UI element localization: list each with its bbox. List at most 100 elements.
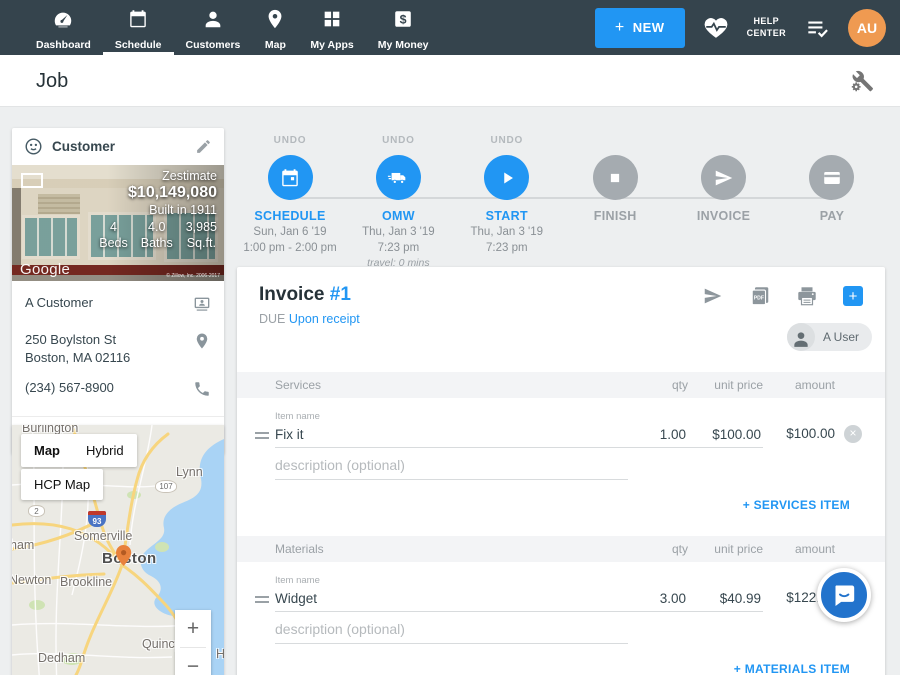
google-logo: Google — [20, 261, 70, 278]
service-name-input[interactable] — [275, 424, 628, 448]
step-label: OMW — [382, 209, 415, 223]
due-value-link[interactable]: Upon receipt — [289, 312, 360, 326]
material-description-row — [237, 618, 885, 644]
material-description-input[interactable] — [275, 618, 628, 644]
invoice-card: Invoice #1 DUE Upon receipt PDF + A User… — [237, 267, 885, 675]
help-center-link[interactable]: HELP CENTER — [747, 16, 786, 39]
material-item-row: $122.97 — [237, 588, 885, 612]
add-invoice-button[interactable]: + — [843, 286, 863, 306]
heart-pulse-icon[interactable] — [703, 15, 729, 41]
map-label-dedham: Dedham — [38, 651, 85, 665]
item-name-label: Item name — [275, 575, 628, 586]
user-avatar-icon — [787, 323, 815, 351]
sqft-stat: 3,985Sq.ft. — [186, 219, 217, 252]
nav-label: Dashboard — [36, 39, 91, 51]
map-type-map-button[interactable]: Map — [21, 434, 73, 467]
zoom-out-button[interactable]: − — [175, 648, 211, 675]
close-icon[interactable]: × — [844, 425, 862, 443]
customer-card-title: Customer — [52, 139, 195, 154]
services-header-bar: Services qty unit price amount — [237, 372, 885, 398]
street-view-image[interactable]: Zestimate $10,149,080 Built in 1911 4Bed… — [12, 165, 224, 281]
invoice-number[interactable]: #1 — [330, 284, 351, 305]
nav-label: My Money — [378, 39, 429, 51]
customer-name: A Customer — [25, 294, 193, 312]
service-unit-price-input[interactable] — [688, 424, 763, 448]
invoice-step-button[interactable] — [701, 155, 746, 200]
undo-start-link[interactable]: UNDO — [490, 135, 523, 150]
page-header: Job — [0, 55, 900, 107]
phone-icon[interactable] — [193, 379, 211, 403]
map-type-buttons: Map Hybrid — [21, 434, 137, 467]
qty-column-header: qty — [628, 378, 688, 392]
schedule-step-button[interactable] — [268, 155, 313, 200]
undo-omw-link[interactable]: UNDO — [382, 135, 415, 150]
step-label: START — [486, 209, 528, 223]
pdf-icon[interactable]: PDF — [749, 285, 771, 307]
assigned-user-chip[interactable]: A User — [787, 323, 872, 351]
step-date: Thu, Jan 3 '197:23 pm — [471, 225, 544, 256]
materials-header-bar: Materials qty unit price amount — [237, 536, 885, 562]
omw-step-button[interactable] — [376, 155, 421, 200]
nav-item-my-apps[interactable]: My Apps — [298, 0, 365, 55]
map-label-waltham: ham — [12, 538, 34, 552]
qty-column-header: qty — [628, 542, 688, 556]
step-date: Sun, Jan 6 '191:00 pm - 2:00 pm — [243, 225, 336, 256]
help-list-icon[interactable] — [804, 15, 830, 41]
beds-stat: 4Beds — [99, 219, 128, 252]
contact-card-icon[interactable] — [193, 294, 211, 318]
material-unit-price-input[interactable] — [688, 588, 763, 612]
add-services-item-link[interactable]: + SERVICES ITEM — [237, 498, 885, 512]
nav-item-customers[interactable]: Customers — [174, 0, 253, 55]
nav-item-map[interactable]: Map — [252, 0, 298, 55]
hcp-map-button[interactable]: HCP Map — [21, 469, 103, 500]
step-label: INVOICE — [697, 209, 751, 223]
start-step-button[interactable] — [484, 155, 529, 200]
map-type-hybrid-button[interactable]: Hybrid — [73, 434, 137, 467]
send-icon[interactable] — [702, 285, 724, 307]
undo-schedule-link[interactable]: UNDO — [274, 135, 307, 150]
service-description-input[interactable] — [275, 454, 628, 480]
help-line1: HELP — [747, 16, 786, 27]
timeline-step-pay: PAY — [779, 135, 885, 269]
print-icon[interactable] — [796, 285, 818, 307]
nav-item-schedule[interactable]: Schedule — [103, 0, 174, 55]
services-section-label: Services — [275, 378, 628, 392]
chat-button[interactable] — [817, 568, 871, 622]
truck-icon — [387, 167, 409, 189]
drag-handle-icon[interactable] — [255, 432, 269, 448]
drag-handle-icon[interactable] — [255, 596, 269, 612]
nav-item-dashboard[interactable]: Dashboard — [24, 0, 103, 55]
play-icon — [496, 167, 518, 189]
service-qty-input[interactable] — [628, 424, 688, 448]
add-materials-item-link[interactable]: + MATERIALS ITEM — [237, 662, 885, 675]
map-zoom-control: + − — [175, 610, 211, 675]
nav-item-my-money[interactable]: $ My Money — [366, 0, 441, 55]
map-label-lynn: Lynn — [176, 465, 203, 479]
timeline-step-start: UNDO START Thu, Jan 3 '197:23 pm — [454, 135, 560, 269]
invoice-header: Invoice #1 DUE Upon receipt PDF + A User — [237, 267, 885, 372]
content-area: Customer Zestimate $10,149,080 Built in … — [0, 107, 900, 675]
wrench-gear-icon[interactable] — [850, 69, 874, 93]
zoom-in-button[interactable]: + — [175, 610, 211, 647]
new-button[interactable]: + NEW — [595, 8, 685, 48]
amount-column-header: amount — [763, 378, 835, 392]
credit-card-icon — [821, 167, 843, 189]
avatar[interactable]: AU — [848, 9, 886, 47]
material-qty-input[interactable] — [628, 588, 688, 612]
customer-card-header: Customer — [12, 128, 224, 165]
new-button-label: NEW — [633, 20, 665, 35]
finish-step-button[interactable] — [593, 155, 638, 200]
route-2-badge: 2 — [28, 505, 45, 517]
pencil-icon[interactable] — [195, 138, 212, 155]
location-pin-icon[interactable] — [193, 331, 211, 355]
map-label-newton: Newton — [12, 573, 51, 587]
assigned-user-name: A User — [823, 330, 859, 344]
pay-step-button[interactable] — [809, 155, 854, 200]
customer-info: A Customer 250 Boylston St Boston, MA 02… — [12, 281, 224, 403]
material-name-input[interactable] — [275, 588, 628, 612]
customer-phone: (234) 567-8900 — [25, 379, 193, 397]
my-apps-icon — [321, 8, 343, 35]
service-description-row — [237, 454, 885, 480]
map-widget[interactable]: Burlington Lynn Somerville ham Boston Ne… — [12, 425, 224, 675]
nav-label: Schedule — [115, 39, 162, 51]
